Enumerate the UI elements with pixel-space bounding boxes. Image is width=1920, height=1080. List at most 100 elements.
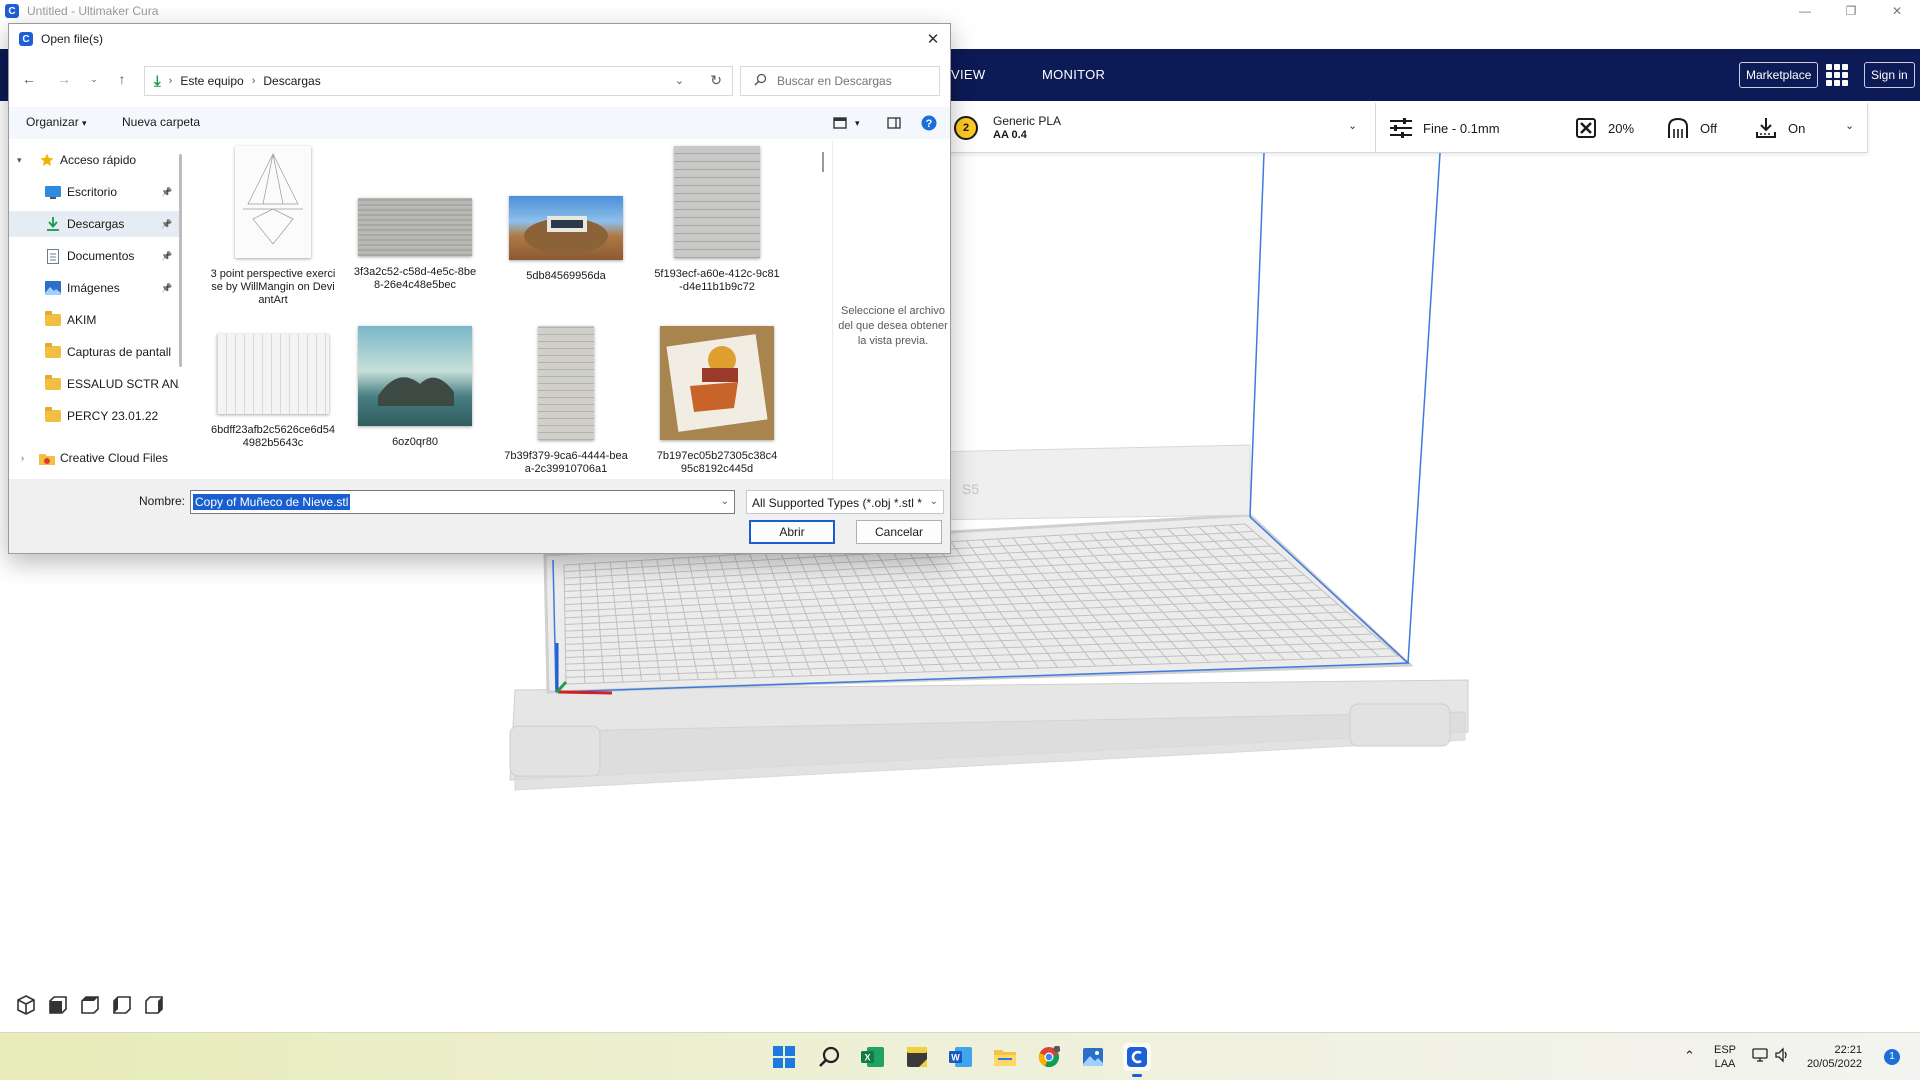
volume-icon[interactable] bbox=[1774, 1047, 1790, 1067]
file-item[interactable]: 3f3a2c52-c58d-4e5c-8be8-26e4c48e5bec bbox=[346, 146, 484, 292]
clock-date: 20/05/2022 bbox=[1806, 1058, 1862, 1070]
sidebar-item-percy-23-01-22[interactable]: PERCY 23.01.22 bbox=[9, 403, 179, 429]
breadcrumb-este-equipo[interactable]: Este equipo bbox=[180, 74, 243, 88]
organize-menu[interactable]: Organizar ▾ bbox=[26, 115, 87, 129]
chrome-icon[interactable] bbox=[1035, 1043, 1063, 1071]
open-button[interactable]: Abrir bbox=[749, 520, 835, 544]
sidebar-item-capturas-de-pantall[interactable]: Capturas de pantall bbox=[9, 339, 179, 365]
chevron-down-icon: ⌄ bbox=[927, 496, 938, 507]
file-type-select[interactable]: All Supported Types (*.obj *.stl * ⌄ bbox=[746, 490, 944, 514]
chevron-down-icon[interactable]: ▾ bbox=[17, 155, 22, 166]
pin-icon: 📌 bbox=[161, 186, 173, 197]
new-folder-button[interactable]: Nueva carpeta bbox=[122, 115, 200, 129]
preview-message: Seleccione el archivo del que desea obte… bbox=[838, 305, 948, 347]
sidebar-item-acceso-rápido[interactable]: ▾ Acceso rápido bbox=[9, 147, 179, 173]
restore-button[interactable]: ❐ bbox=[1828, 0, 1874, 22]
preview-pane-icon[interactable] bbox=[886, 113, 902, 133]
file-name: 5db84569956da bbox=[526, 270, 606, 282]
cancel-button[interactable]: Cancelar bbox=[856, 520, 942, 544]
folder-icon bbox=[45, 407, 61, 423]
tab-preview[interactable]: VIEW bbox=[951, 49, 985, 101]
word-icon[interactable]: W bbox=[947, 1043, 975, 1071]
excel-icon[interactable]: X bbox=[859, 1043, 887, 1071]
sidebar-item-escritorio[interactable]: Escritorio 📌 bbox=[9, 179, 179, 205]
close-window-button[interactable]: ✕ bbox=[1874, 0, 1920, 22]
command-bar: Organizar ▾ Nueva carpeta ▾ ? bbox=[9, 107, 950, 139]
file-item[interactable]: 5f193ecf-a60e-412c-9c81-d4e11b1b9c72 bbox=[648, 146, 786, 294]
sign-in-button[interactable]: Sign in bbox=[1864, 62, 1915, 88]
language-indicator[interactable]: ESP LAA bbox=[1713, 1043, 1737, 1071]
back-arrow-icon[interactable]: ← bbox=[19, 69, 39, 89]
chevron-down-icon[interactable]: ⌄ bbox=[675, 74, 684, 87]
chevron-right-icon[interactable]: › bbox=[252, 75, 256, 87]
left-view-icon[interactable] bbox=[110, 993, 134, 1017]
clock[interactable]: 22:21 20/05/2022 bbox=[1806, 1043, 1862, 1071]
file-item[interactable]: 6oz0qr80 bbox=[346, 326, 484, 449]
windows-start-icon[interactable] bbox=[770, 1043, 798, 1071]
download-icon bbox=[45, 217, 61, 231]
file-thumbnail bbox=[217, 334, 329, 414]
help-icon[interactable]: ? bbox=[921, 113, 937, 133]
file-thumbnail bbox=[358, 198, 472, 256]
dialog-title: Open file(s) bbox=[41, 32, 104, 46]
refresh-icon[interactable]: ↻ bbox=[710, 72, 722, 89]
marketplace-button[interactable]: Marketplace bbox=[1739, 62, 1819, 88]
apps-grid-icon[interactable] bbox=[1826, 64, 1848, 86]
file-name: 6oz0qr80 bbox=[392, 436, 438, 448]
sidebar-item-descargas[interactable]: Descargas 📌 bbox=[9, 211, 179, 237]
navigation-pane: ▾ Acceso rápido Escritorio 📌 Descargas 📌 Docum… bbox=[9, 147, 179, 487]
chevron-right-icon[interactable]: › bbox=[21, 453, 24, 463]
chevron-down-icon[interactable]: ▾ bbox=[855, 113, 860, 133]
star-icon bbox=[39, 153, 55, 167]
chevron-down-icon[interactable]: ⌄ bbox=[721, 496, 729, 507]
chevron-up-icon[interactable]: ⌃ bbox=[1684, 1049, 1695, 1063]
network-icon[interactable] bbox=[1752, 1047, 1768, 1067]
svg-text:X: X bbox=[864, 1053, 870, 1063]
dialog-close-button[interactable]: ✕ bbox=[920, 27, 946, 51]
filename-label: Nombre: bbox=[139, 494, 186, 508]
file-thumbnail bbox=[358, 326, 472, 426]
folder-icon bbox=[45, 343, 61, 359]
file-name: 5f193ecf-a60e-412c-9c81-d4e11b1b9c72 bbox=[654, 268, 780, 293]
sidebar-item-documentos[interactable]: Documentos 📌 bbox=[9, 243, 179, 269]
breadcrumb-descargas[interactable]: Descargas bbox=[263, 74, 320, 88]
search-input[interactable] bbox=[777, 74, 927, 88]
file-item[interactable]: 6bdff23afb2c5626ce6d544982b5643c bbox=[204, 326, 342, 450]
search-box[interactable] bbox=[740, 66, 940, 96]
right-view-icon[interactable] bbox=[142, 993, 166, 1017]
sidebar-item-essalud-sctr-ana[interactable]: ESSALUD SCTR ANA bbox=[9, 371, 179, 397]
sidebar-item-akim[interactable]: AKIM bbox=[9, 307, 179, 333]
file-explorer-icon[interactable] bbox=[991, 1043, 1019, 1071]
view-mode-icon[interactable] bbox=[832, 113, 848, 133]
file-item[interactable]: 5db84569956da bbox=[497, 146, 635, 283]
up-arrow-icon[interactable]: ↑ bbox=[112, 69, 132, 89]
file-item[interactable]: 7b197ec05b27305c38c495c8192c445d bbox=[648, 326, 786, 476]
minimize-button[interactable]: — bbox=[1782, 0, 1828, 22]
recent-locations-icon[interactable]: ⌄ bbox=[84, 69, 104, 89]
file-thumbnail bbox=[235, 146, 311, 258]
file-list-scrollbar[interactable] bbox=[822, 152, 824, 172]
cura-icon[interactable] bbox=[1123, 1043, 1151, 1077]
sidebar-item-label: PERCY 23.01.22 bbox=[67, 409, 159, 423]
sticky-notes-icon[interactable] bbox=[903, 1043, 931, 1071]
nav-scrollbar[interactable] bbox=[179, 154, 182, 367]
front-view-icon[interactable] bbox=[46, 993, 70, 1017]
photos-icon[interactable] bbox=[1079, 1043, 1107, 1071]
sidebar-item-label: Descargas bbox=[67, 217, 125, 231]
3d-view-icon[interactable] bbox=[14, 993, 38, 1017]
folder-icon bbox=[45, 311, 61, 327]
sidebar-item-imágenes[interactable]: Imágenes 📌 bbox=[9, 275, 179, 301]
address-bar[interactable]: ⤓ › Este equipo › Descargas ⌄ ↻ bbox=[144, 66, 733, 96]
file-item[interactable]: 3 point perspective exercise by WillMang… bbox=[204, 146, 342, 307]
top-view-icon[interactable] bbox=[78, 993, 102, 1017]
tab-monitor[interactable]: MONITOR bbox=[1042, 49, 1105, 101]
chevron-right-icon[interactable]: › bbox=[169, 75, 173, 87]
search-icon[interactable] bbox=[815, 1043, 843, 1071]
sidebar-item-creative-cloud-files[interactable]: › Creative Cloud Files bbox=[9, 445, 179, 471]
notification-badge[interactable]: 1 bbox=[1884, 1049, 1900, 1065]
clock-time: 22:21 bbox=[1834, 1044, 1862, 1056]
filename-input[interactable]: Copy of Muñeco de Nieve.stl ⌄ bbox=[190, 490, 735, 514]
file-item[interactable]: 7b39f379-9ca6-4444-beaa-2c39910706a1 bbox=[497, 326, 635, 476]
filename-value: Copy of Muñeco de Nieve.stl bbox=[193, 494, 351, 510]
forward-arrow-icon[interactable]: → bbox=[54, 69, 74, 89]
